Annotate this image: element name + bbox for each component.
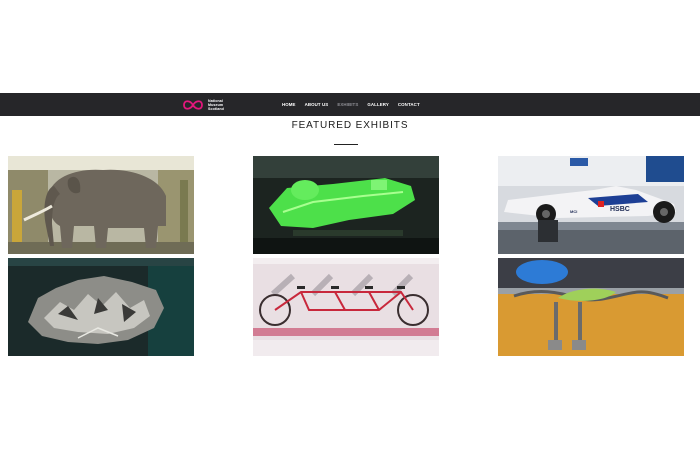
main-nav: HOME ABOUT US EXHIBITS GALLERY CONTACT [282,93,420,116]
top-navbar: National Museum Scotland HOME ABOUT US E… [0,93,700,116]
nav-about-us[interactable]: ABOUT US [305,102,329,107]
nav-contact[interactable]: CONTACT [398,102,420,107]
logo-line-3: Scotland [208,106,224,111]
exhibit-image-lizard-sculpture[interactable] [498,258,684,356]
section-title: FEATURED EXHIBITS [291,120,409,131]
car-sponsor-text: HSBC [610,206,630,213]
infinity-logo-icon [183,99,203,110]
title-divider [334,144,358,145]
logo-line-2: Museum [208,102,224,107]
exhibit-image-crystals[interactable] [8,258,194,356]
exhibit-image-green-model[interactable] [253,156,439,254]
car-sponsor-text-2: MCI [570,209,577,214]
exhibit-image-tandem-bicycle[interactable] [253,258,439,356]
nav-gallery[interactable]: GALLERY [367,102,389,107]
nav-home[interactable]: HOME [282,102,296,107]
logo-line-1: National [208,98,223,103]
exhibit-image-elephant[interactable] [8,156,194,254]
nav-exhibits[interactable]: EXHIBITS [337,102,358,107]
logo-text: National Museum Scotland [208,99,224,111]
museum-logo[interactable]: National Museum Scotland [182,96,224,113]
exhibit-image-race-car[interactable]: HSBC MCI [498,156,684,254]
